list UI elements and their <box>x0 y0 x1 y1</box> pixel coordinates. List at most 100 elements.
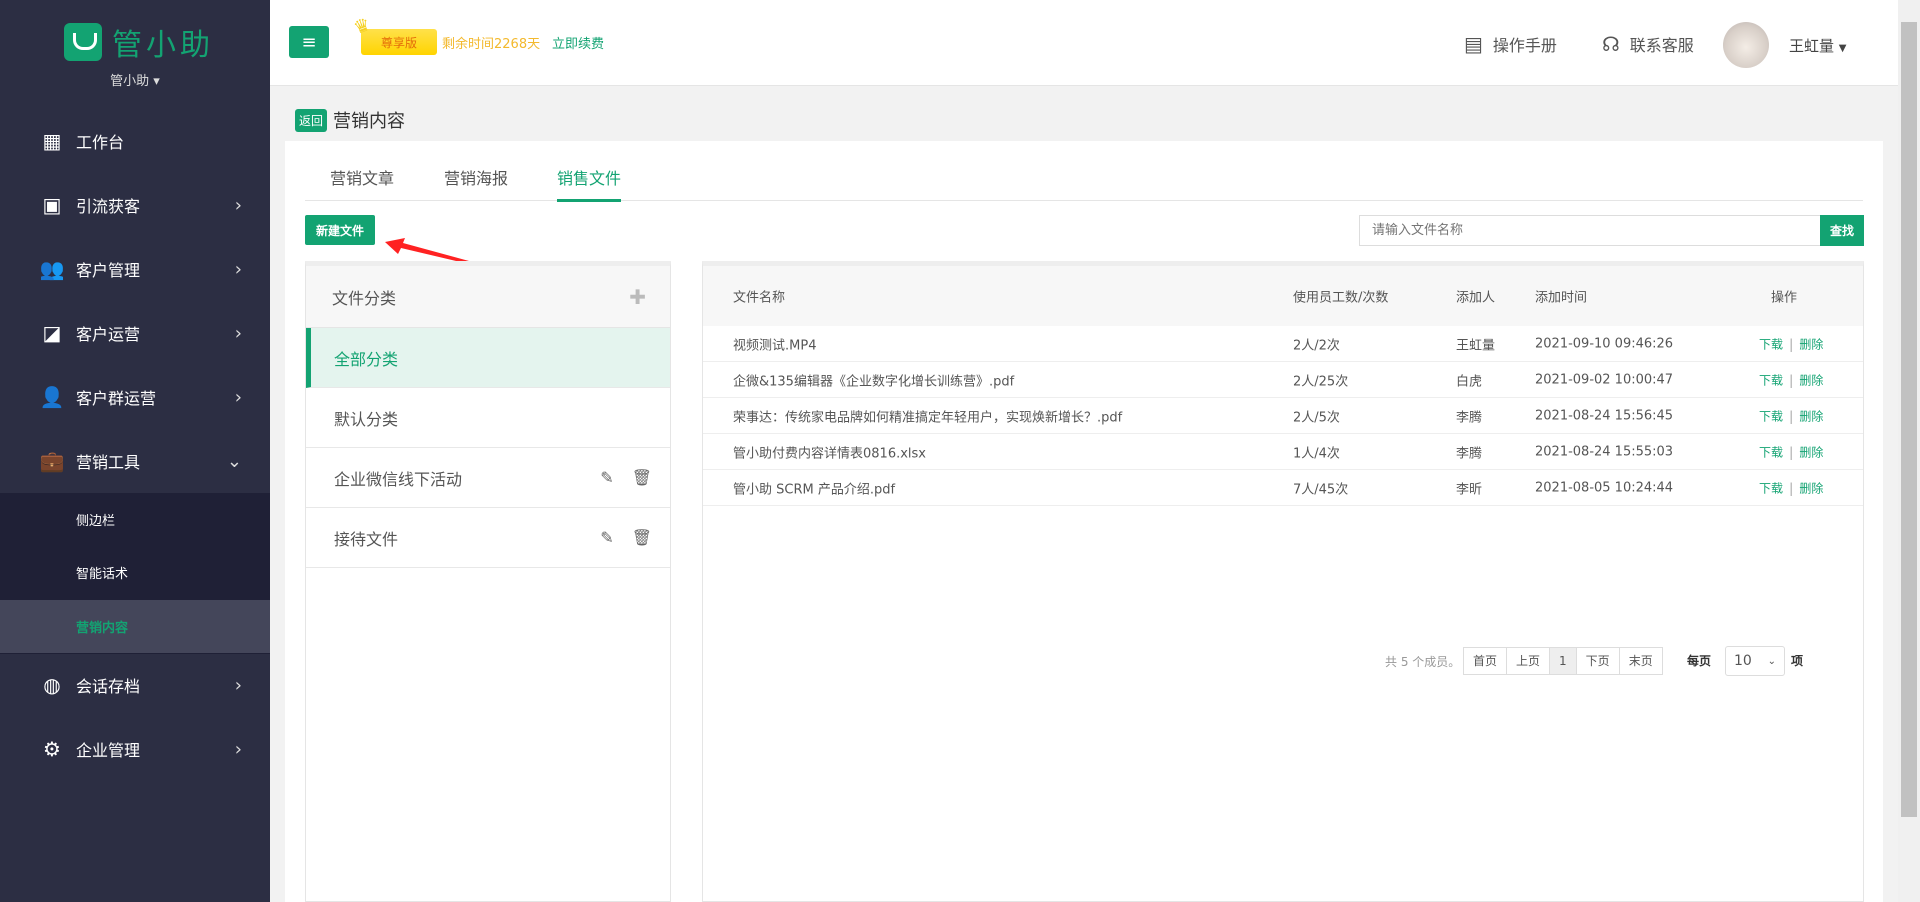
caret-down-icon: ▼ <box>1838 43 1847 54</box>
page-size-select[interactable]: 10 ⌄ <box>1725 646 1785 676</box>
search-button[interactable]: 查找 <box>1820 215 1864 246</box>
tab-sales-files[interactable]: 销售文件 <box>557 165 622 202</box>
new-file-button[interactable]: 新建文件 <box>305 215 375 245</box>
table-cell: 管小助付费内容详情表0816.xlsx <box>733 446 926 461</box>
category-header: 文件分类 ✚ <box>306 266 670 328</box>
divider: | <box>1789 337 1794 352</box>
table-cell: 7人/45次 <box>1293 482 1349 497</box>
download-link[interactable]: 下载 <box>1759 337 1783 351</box>
trash-icon[interactable]: 🗑 <box>632 468 652 487</box>
table-cell: 李腾 <box>1456 410 1483 425</box>
table-cell: 荣事达：传统家电品牌如何精准搞定年轻用户，实现焕新增长？.pdf <box>733 410 1123 425</box>
table-cell: 2021-08-24 15:55:03 <box>1535 444 1674 459</box>
pagination: 共 5 个成员。 首页 上页 1 下页 末页 每页 10 ⌄ 项 <box>703 646 1863 676</box>
category-item[interactable]: 企业微信线下活动 ✎ 🗑 <box>306 448 670 508</box>
manual-link[interactable]: ▤ 操作手册 <box>1464 32 1557 56</box>
briefcase-icon: 💼 <box>39 449 65 473</box>
sidebar-subitem-sidebar[interactable]: 侧边栏 <box>0 493 270 546</box>
edit-icon[interactable]: ✎ <box>600 528 613 547</box>
table-cell: 2人/25次 <box>1293 374 1349 389</box>
content-card: 营销文章 营销海报 销售文件 新建文件 查找 文件分类✚ 全部分类 默认分类 企… <box>285 141 1883 902</box>
chart-board-icon: ◪ <box>42 321 62 345</box>
sidebar-subitem-marketing-content[interactable]: 营销内容 <box>0 600 270 653</box>
category-item[interactable]: 全部分类 <box>306 328 670 388</box>
sidebar-item-marketing-tools[interactable]: 💼 营销工具 ⌄ <box>0 429 270 493</box>
download-link[interactable]: 下载 <box>1759 445 1783 459</box>
sidebar-item-dashboard[interactable]: ▦ 工作台 <box>0 109 270 173</box>
chat-archive-icon: ◍ <box>43 673 61 697</box>
table-header: 文件名称 使用员工数/次数 添加人 添加时间 操作 <box>703 266 1863 326</box>
chevron-right-icon: › <box>234 194 242 216</box>
delete-link[interactable]: 删除 <box>1799 445 1823 459</box>
chevron-right-icon: › <box>234 738 242 760</box>
chevron-right-icon: › <box>234 386 242 408</box>
download-link[interactable]: 下载 <box>1759 409 1783 423</box>
search-input[interactable] <box>1359 215 1821 246</box>
table-row: 企微&135编辑器《企业数字化增长训练营》.pdf 2人/25次 白虎 2021-09… <box>703 362 1863 398</box>
delete-link[interactable]: 删除 <box>1799 337 1823 351</box>
sidebar-item-enterprise[interactable]: ⚙ 企业管理 › <box>0 717 270 781</box>
delete-link[interactable]: 删除 <box>1799 409 1823 423</box>
tab-articles[interactable]: 营销文章 <box>330 165 394 189</box>
divider: | <box>1789 445 1794 460</box>
table-row: 视频测试.MP4 2人/2次 王虹量 2021-09-10 09:46:26 下载 | 删除 <box>703 326 1863 362</box>
top-header: ≡ 尊享版 ♛ 剩余时间2268天 立即续费 ▤ 操作手册 ☊ 联系客服 王虹量 ▼ <box>270 0 1898 86</box>
chevron-right-icon: › <box>234 674 242 696</box>
book-icon: ▤ <box>1464 32 1483 56</box>
logo-icon <box>64 23 102 61</box>
submenu: 侧边栏 智能话术 营销内容 <box>0 493 270 654</box>
table-cell: 2人/2次 <box>1293 338 1340 353</box>
chevron-right-icon: › <box>234 258 242 280</box>
support-link[interactable]: ☊ 联系客服 <box>1602 32 1694 56</box>
table-cell: 2021-08-05 10:24:44 <box>1535 480 1674 495</box>
gear-icon: ⚙ <box>43 737 61 761</box>
chevron-right-icon: › <box>234 322 242 344</box>
download-link[interactable]: 下载 <box>1759 373 1783 387</box>
chevron-down-icon: ⌄ <box>1767 655 1776 667</box>
sidebar-item-customers[interactable]: 👥 客户管理 › <box>0 237 270 301</box>
sidebar-subitem-scripts[interactable]: 智能话术 <box>0 546 270 599</box>
scrollbar-thumb[interactable] <box>1901 22 1917 817</box>
sidebar-item-chat-archive[interactable]: ◍ 会话存档 › <box>0 653 270 717</box>
back-button[interactable]: 返回 <box>295 108 328 132</box>
prev-page-button[interactable]: 上页 <box>1506 647 1551 675</box>
divider: | <box>1789 481 1794 496</box>
table-cell: 管小助 SCRM 产品介绍.pdf <box>733 482 896 497</box>
last-page-button[interactable]: 末页 <box>1618 647 1663 675</box>
sidebar-item-customer-ops[interactable]: ◪ 客户运营 › <box>0 301 270 365</box>
page-title: 营销内容 <box>333 111 406 132</box>
tab-posters[interactable]: 营销海报 <box>444 165 508 189</box>
avatar[interactable] <box>1723 22 1769 68</box>
trash-icon[interactable]: 🗑 <box>632 528 652 547</box>
menu-toggle-button[interactable]: ≡ <box>289 26 329 58</box>
table-row: 管小助 SCRM 产品介绍.pdf 7人/45次 李昕 2021-08-05 10:2… <box>703 470 1863 506</box>
download-link[interactable]: 下载 <box>1759 481 1783 495</box>
renew-link[interactable]: 立即续费 <box>552 33 604 52</box>
sidebar: 管小助 管小助 ▾ ▦ 工作台 ▣ 引流获客 › 👥 客户管理 › ◪ 客户运营 › 👤 客户群… <box>0 0 270 902</box>
table-row: 荣事达：传统家电品牌如何精准搞定年轻用户，实现焕新增长？.pdf 2人/5次 李腾 2… <box>703 398 1863 434</box>
table-cell: 2021-09-02 10:00:47 <box>1535 372 1674 387</box>
first-page-button[interactable]: 首页 <box>1463 647 1508 675</box>
delete-link[interactable]: 删除 <box>1799 481 1823 495</box>
table-cell: 2021-08-24 15:56:45 <box>1535 408 1674 423</box>
table-cell: 2人/5次 <box>1293 410 1340 425</box>
org-switcher[interactable]: 管小助 ▾ <box>0 70 270 89</box>
dashboard-icon: ▦ <box>42 129 62 153</box>
category-item[interactable]: 默认分类 <box>306 388 670 448</box>
remaining-time: 剩余时间2268天 <box>442 37 541 52</box>
delete-link[interactable]: 删除 <box>1799 373 1823 387</box>
sidebar-item-group-ops[interactable]: 👤 客户群运营 › <box>0 365 270 429</box>
divider: | <box>1789 373 1794 388</box>
category-item[interactable]: 接待文件 ✎ 🗑 <box>306 508 670 568</box>
table-cell: 白虎 <box>1456 374 1483 389</box>
next-page-button[interactable]: 下页 <box>1575 647 1620 675</box>
sidebar-item-acquisition[interactable]: ▣ 引流获客 › <box>0 173 270 237</box>
table-cell: 1人/4次 <box>1293 446 1340 461</box>
edit-icon[interactable]: ✎ <box>600 468 613 487</box>
add-category-icon[interactable]: ✚ <box>629 285 646 309</box>
user-menu[interactable]: 王虹量 ▼ <box>1789 35 1847 56</box>
table-cell: 王虹量 <box>1456 338 1496 353</box>
headset-icon: ☊ <box>1602 32 1620 56</box>
page-1-button[interactable]: 1 <box>1549 647 1577 675</box>
table-cell: 2021-09-10 09:46:26 <box>1535 336 1674 351</box>
